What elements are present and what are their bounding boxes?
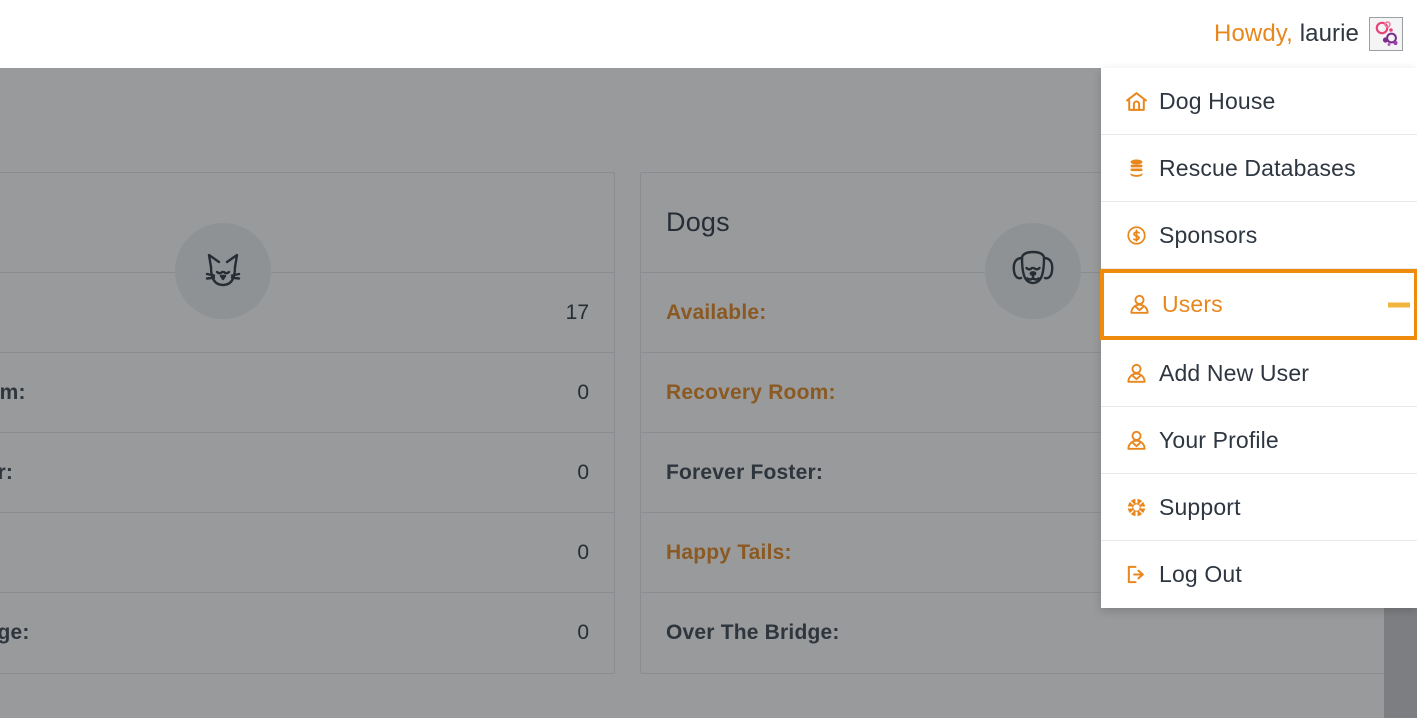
stat-value: 0	[577, 540, 589, 564]
focus-indicator-dash	[1388, 302, 1410, 307]
support-icon	[1118, 496, 1154, 519]
stat-row: Forever Foster: 0	[0, 433, 614, 513]
menu-item-users[interactable]: Users	[1100, 269, 1417, 340]
user-icon	[1118, 361, 1154, 386]
stat-row: Available: 17	[0, 273, 614, 353]
menu-item-log-out[interactable]: Log Out	[1101, 541, 1417, 608]
admin-bar: Howdy, laurie	[0, 0, 1417, 68]
menu-item-sponsors[interactable]: Sponsors	[1101, 202, 1417, 269]
menu-item-label: Your Profile	[1159, 426, 1279, 453]
howdy-word: Howdy,	[1214, 20, 1293, 47]
account-menu-trigger[interactable]: Howdy, laurie	[1214, 17, 1417, 51]
menu-item-label: Sponsors	[1159, 221, 1258, 248]
user-avatar[interactable]	[1369, 17, 1403, 51]
menu-item-your-profile[interactable]: Your Profile	[1101, 407, 1417, 474]
menu-item-rescue-databases[interactable]: Rescue Databases	[1101, 135, 1417, 202]
app-root: Cats	[0, 0, 1417, 718]
stat-label: Over The Bridge:	[0, 621, 30, 644]
stat-card-cats: Cats	[0, 172, 615, 674]
stat-value: 0	[577, 380, 589, 404]
menu-item-label: Users	[1162, 291, 1223, 317]
user-icon	[1121, 292, 1157, 317]
stat-value: 17	[565, 300, 589, 324]
user-icon	[1118, 428, 1154, 453]
menu-item-dog-house[interactable]: Dog House	[1101, 68, 1417, 135]
stat-value: 0	[577, 460, 589, 484]
stat-label: Forever Foster:	[666, 460, 824, 484]
card-title: Dogs	[666, 207, 730, 237]
stat-label: Recovery Room:	[666, 380, 836, 404]
account-dropdown-menu[interactable]: Dog House Rescue Databases Sponsors User…	[1100, 68, 1417, 608]
menu-item-label: Rescue Databases	[1159, 154, 1356, 181]
howdy-greeting: Howdy, laurie	[1214, 20, 1359, 48]
database-icon	[1118, 157, 1154, 180]
username-label: laurie	[1299, 20, 1359, 47]
stat-value: 0	[577, 621, 589, 644]
stat-label: Available:	[666, 300, 767, 324]
dollar-icon	[1118, 224, 1154, 247]
stat-label: Forever Foster:	[0, 460, 14, 484]
stat-row: Recovery Room: 0	[0, 353, 614, 433]
menu-item-add-new-user[interactable]: Add New User	[1101, 340, 1417, 407]
menu-item-label: Support	[1159, 493, 1241, 520]
stat-label: Over The Bridge:	[666, 621, 840, 644]
stat-label: Happy Tails:	[666, 540, 792, 564]
doghouse-icon	[1118, 89, 1154, 114]
menu-item-label: Dog House	[1159, 87, 1276, 114]
stat-row: Over The Bridge: 0	[0, 593, 614, 673]
menu-item-support[interactable]: Support	[1101, 474, 1417, 541]
stat-row: Happy Tails: 0	[0, 513, 614, 593]
card-header: Cats	[0, 173, 614, 319]
menu-item-label: Log Out	[1159, 561, 1242, 587]
cat-icon	[174, 223, 271, 319]
menu-item-label: Add New User	[1159, 359, 1310, 386]
logout-icon	[1118, 563, 1154, 586]
stat-label: Recovery Room:	[0, 380, 26, 404]
dog-icon	[984, 223, 1081, 319]
